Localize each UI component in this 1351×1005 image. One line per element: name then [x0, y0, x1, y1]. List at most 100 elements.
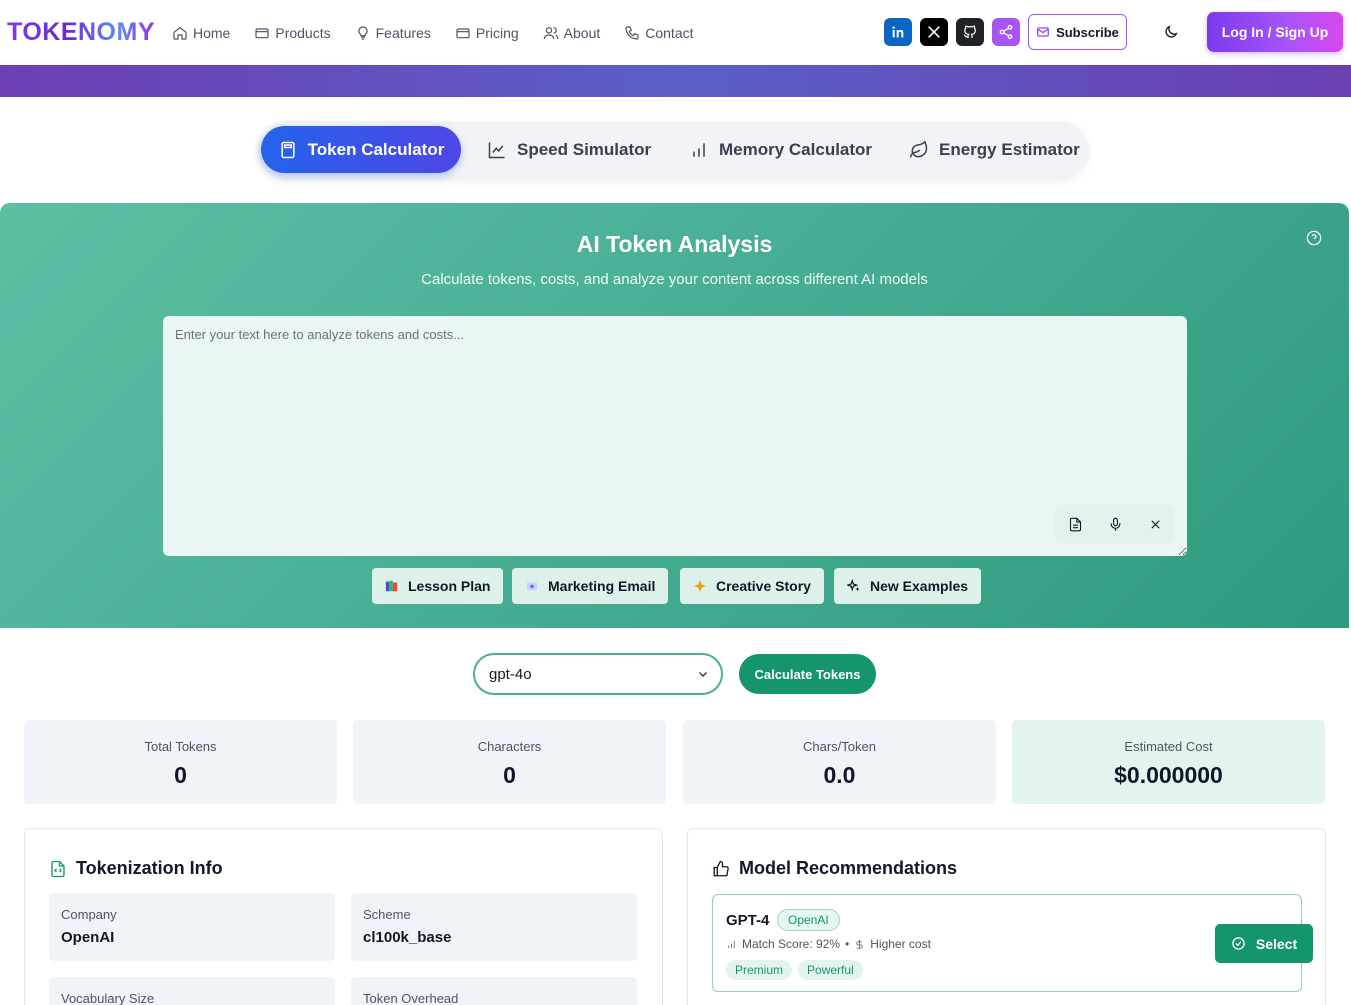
- card-header: Tokenization Info: [49, 858, 223, 879]
- github-icon: [963, 25, 976, 38]
- card-title: Tokenization Info: [76, 858, 223, 878]
- nav-link-about[interactable]: About: [543, 24, 601, 41]
- share-icon: [999, 24, 1013, 40]
- thumbs-up-icon: [713, 860, 729, 876]
- rec-cost: Higher cost: [870, 937, 931, 951]
- info-value: cl100k_base: [363, 929, 452, 946]
- example-label: Creative Story: [716, 578, 811, 594]
- subscribe-label: Subscribe: [1056, 24, 1119, 40]
- example-label: Lesson Plan: [408, 578, 491, 594]
- stat-value: 0: [174, 762, 187, 788]
- check-circle-icon: [1232, 937, 1245, 950]
- upload-file-button[interactable]: [1063, 512, 1087, 536]
- tab-label: Energy Estimator: [939, 139, 1080, 159]
- tab-energy-estimator[interactable]: Energy Estimator: [909, 126, 1080, 173]
- subscribe-button[interactable]: Subscribe: [1028, 14, 1127, 50]
- dollar-icon: [856, 939, 863, 949]
- nav-link-label: Features: [375, 24, 431, 41]
- nav-link-features[interactable]: Features: [355, 25, 431, 41]
- linkedin-icon: [892, 26, 904, 38]
- info-vocabulary-size: Vocabulary Size: [49, 977, 335, 1005]
- calculate-tokens-button[interactable]: Calculate Tokens: [739, 654, 876, 694]
- info-label: Scheme: [363, 907, 411, 922]
- email-icon: [526, 582, 538, 591]
- rec-model-name: GPT-4: [726, 912, 770, 929]
- example-lesson-plan[interactable]: Lesson Plan: [372, 568, 504, 604]
- brand-logo[interactable]: TOKENOMY: [7, 18, 155, 47]
- info-company: Company OpenAI: [49, 893, 335, 961]
- stat-label: Characters: [477, 739, 542, 754]
- x-button[interactable]: [920, 18, 948, 46]
- example-label: Marketing Email: [548, 578, 656, 594]
- rec-match-score: Match Score: 92%: [742, 937, 841, 951]
- nav-link-contact[interactable]: Contact: [624, 25, 694, 41]
- theme-toggle[interactable]: [1160, 21, 1182, 43]
- tab-label: Memory Calculator: [719, 139, 873, 159]
- rec-meta: Match Score: 92% • Higher cost: [726, 937, 931, 951]
- sparkles-icon: [847, 579, 860, 592]
- nav-link-label: Pricing: [475, 24, 519, 41]
- recommendation-item: GPT-4 OpenAI Match Score: 92% • Higher c…: [712, 894, 1313, 992]
- card-icon: [255, 27, 269, 38]
- stat-label: Total Tokens: [144, 739, 217, 754]
- tab-label: Speed Simulator: [517, 139, 652, 159]
- leaf-icon: [909, 139, 928, 158]
- example-marketing-email[interactable]: Marketing Email: [512, 568, 669, 604]
- file-code-icon: [51, 860, 65, 877]
- microphone-icon: [1110, 517, 1120, 531]
- calculator-icon: [281, 141, 295, 158]
- select-label: Select: [1255, 935, 1298, 952]
- credit-card-icon: [456, 27, 470, 38]
- lightbulb-icon: [357, 25, 368, 40]
- tokenization-info-card: Tokenization Info Company OpenAI Scheme …: [24, 828, 663, 1005]
- tab-token-calculator[interactable]: Token Calculator: [261, 126, 461, 173]
- info-token-overhead: Token Overhead: [351, 977, 637, 1005]
- content-textarea[interactable]: [163, 316, 1187, 556]
- bar-chart-icon: [693, 142, 705, 157]
- rec-tag: Premium: [726, 960, 793, 980]
- info-label: Token Overhead: [363, 991, 459, 1005]
- phone-icon: [625, 25, 639, 40]
- separator-dot: •: [845, 937, 850, 951]
- tab-memory-calculator[interactable]: Memory Calculator: [689, 126, 872, 173]
- stat-value: 0.0: [823, 762, 856, 788]
- header-banner: [0, 65, 1351, 97]
- nav-link-home[interactable]: Home: [172, 25, 230, 41]
- x-icon: [928, 26, 940, 38]
- close-icon: [1150, 519, 1160, 529]
- nav-link-products[interactable]: Products: [254, 25, 331, 41]
- textarea-toolbar: [1055, 505, 1175, 543]
- github-button[interactable]: [956, 18, 984, 46]
- nav-link-label: About: [563, 24, 601, 41]
- moon-icon: [1165, 25, 1178, 38]
- sparkle-icon: [693, 579, 707, 593]
- card-title: Model Recommendations: [739, 858, 958, 878]
- info-label: Vocabulary Size: [61, 991, 155, 1005]
- nav-link-pricing[interactable]: Pricing: [455, 25, 519, 41]
- clear-text-button[interactable]: [1143, 512, 1167, 536]
- example-label: New Examples: [870, 578, 969, 594]
- linkedin-button[interactable]: [884, 18, 912, 46]
- voice-input-button[interactable]: [1103, 512, 1127, 536]
- rec-tags: Premium Powerful: [726, 960, 863, 980]
- tab-label: Token Calculator: [307, 139, 445, 159]
- share-button[interactable]: [992, 18, 1020, 46]
- example-creative-story[interactable]: Creative Story: [680, 568, 824, 604]
- nav-links: Home Products Features Pricing About Con…: [172, 0, 694, 65]
- info-value: OpenAI: [61, 929, 115, 946]
- mail-icon: [1037, 27, 1049, 37]
- stat-total-tokens: Total Tokens 0: [24, 720, 337, 804]
- panel-title: AI Token Analysis: [576, 231, 773, 257]
- top-navbar: TOKENOMY Home Products Features Pricing …: [0, 0, 1351, 65]
- stat-estimated-cost: Estimated Cost $0.000000: [1012, 720, 1325, 804]
- login-signup-button[interactable]: Log In / Sign Up: [1207, 12, 1343, 52]
- model-recommendations-card: Model Recommendations GPT-4 OpenAI Match…: [687, 828, 1326, 1005]
- tab-speed-simulator[interactable]: Speed Simulator: [487, 126, 651, 173]
- model-select[interactable]: gpt-4o: [473, 653, 723, 695]
- info-scheme: Scheme cl100k_base: [351, 893, 637, 961]
- tool-tabs: Token Calculator Speed Simulator Memory …: [257, 121, 1089, 180]
- new-examples-button[interactable]: New Examples: [834, 568, 982, 604]
- bar-chart-icon: [728, 940, 735, 948]
- stat-label: Chars/Token: [803, 739, 876, 754]
- select-model-button[interactable]: Select: [1215, 924, 1313, 963]
